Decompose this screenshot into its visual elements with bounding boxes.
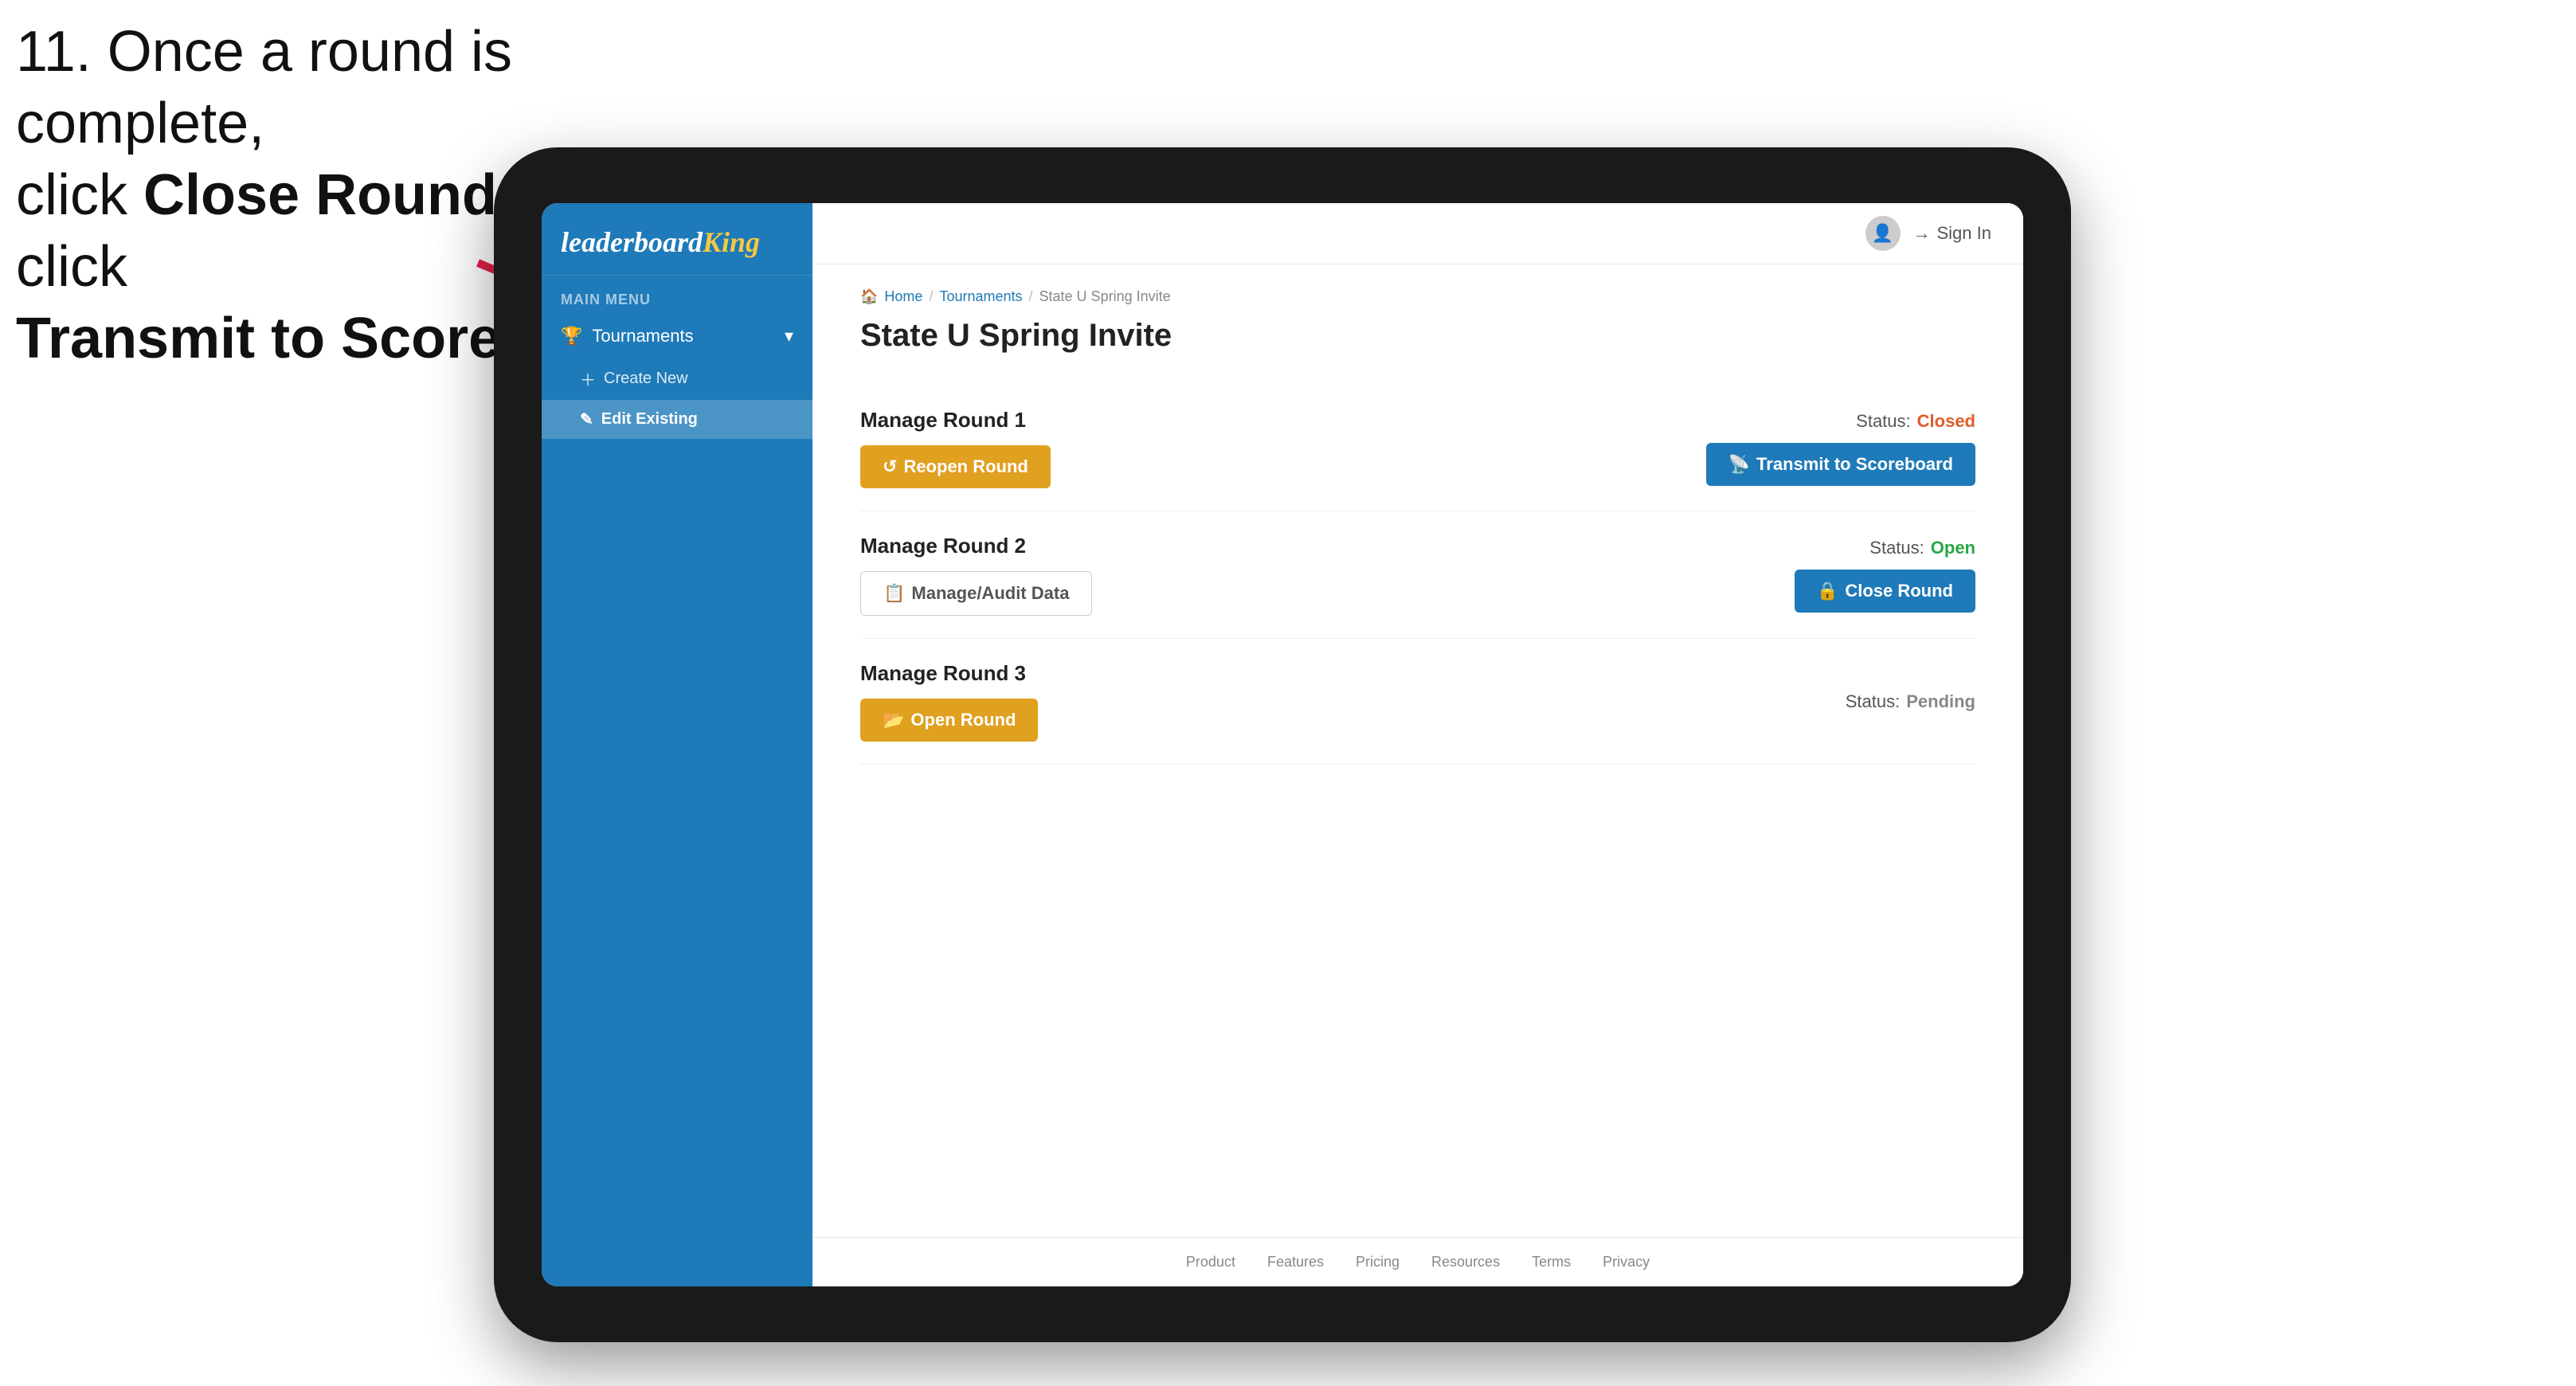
round-card-2: Manage Round 2 📋 Manage/Audit Data Statu…: [860, 511, 1975, 639]
edit-existing-label: Edit Existing: [601, 410, 698, 429]
manage-audit-button[interactable]: 📋 Manage/Audit Data: [860, 571, 1092, 616]
doc-icon: 📋: [883, 583, 905, 604]
transmit-label: Transmit to Scoreboard: [1756, 454, 1953, 475]
manage-audit-label: Manage/Audit Data: [911, 583, 1069, 604]
send-icon: 📡: [1728, 454, 1750, 475]
round-2-status-value: Open: [1931, 538, 1975, 558]
round-2-status: Status: Open: [1869, 538, 1975, 558]
open-round-label: Open Round: [910, 710, 1016, 730]
reopen-round-button[interactable]: ↺ Reopen Round: [860, 445, 1051, 488]
round-2-title: Manage Round 2: [860, 534, 1092, 558]
page-title: State U Spring Invite: [860, 318, 1975, 354]
trophy-icon: 🏆: [561, 326, 582, 346]
main-content: 👤 → Sign In 🏠 Home / Tournaments /: [812, 203, 2023, 1286]
sign-in-button[interactable]: → Sign In: [1913, 223, 1992, 244]
breadcrumb: 🏠 Home / Tournaments / State U Spring In…: [860, 288, 1975, 305]
round-3-status-value: Pending: [1906, 691, 1975, 712]
sidebar-tournaments-label: Tournaments: [592, 326, 693, 346]
footer-product[interactable]: Product: [1186, 1254, 1235, 1270]
sidebar-sub-item-edit[interactable]: ✎ Edit Existing: [542, 400, 812, 439]
round-1-left: Manage Round 1 ↺ Reopen Round: [860, 408, 1051, 488]
round-card-3: Manage Round 3 📂 Open Round Status: Pend…: [860, 639, 1975, 765]
refresh-icon: ↺: [883, 456, 897, 477]
avatar: 👤: [1865, 216, 1901, 251]
app-layout: leaderboardKing MAIN MENU 🏆 Tournaments …: [542, 203, 2023, 1286]
main-menu-label: MAIN MENU: [542, 276, 812, 315]
logo: leaderboardKing: [561, 225, 793, 259]
sign-in-label: Sign In: [1937, 223, 1992, 244]
round-1-status-value: Closed: [1917, 411, 1975, 432]
round-card-1: Manage Round 1 ↺ Reopen Round Status: Cl…: [860, 386, 1975, 511]
chevron-down-icon: ▾: [785, 326, 793, 346]
reopen-round-label: Reopen Round: [903, 456, 1028, 477]
open-icon: 📂: [883, 710, 904, 730]
close-round-button[interactable]: 🔒 Close Round: [1795, 570, 1975, 613]
round-2-right: Status: Open 🔒 Close Round: [1795, 538, 1975, 613]
round-3-left: Manage Round 3 📂 Open Round: [860, 661, 1038, 742]
tablet-screen: leaderboardKing MAIN MENU 🏆 Tournaments …: [542, 203, 2023, 1286]
footer-resources[interactable]: Resources: [1431, 1254, 1500, 1270]
close-round-label: Close Round: [1845, 581, 1953, 601]
sidebar-item-tournaments[interactable]: 🏆 Tournaments ▾: [542, 315, 812, 358]
topbar: 👤 → Sign In: [812, 203, 2023, 264]
logo-accent: King: [703, 226, 760, 258]
sidebar: leaderboardKing MAIN MENU 🏆 Tournaments …: [542, 203, 812, 1286]
plus-icon: ＋: [580, 367, 596, 390]
transmit-scoreboard-button[interactable]: 📡 Transmit to Scoreboard: [1706, 443, 1975, 486]
round-2-left: Manage Round 2 📋 Manage/Audit Data: [860, 534, 1092, 616]
footer-terms[interactable]: Terms: [1532, 1254, 1571, 1270]
breadcrumb-home[interactable]: Home: [884, 288, 922, 305]
footer: Product Features Pricing Resources Terms…: [812, 1237, 2023, 1286]
sidebar-sub-item-create[interactable]: ＋ Create New: [542, 358, 812, 400]
breadcrumb-tournaments[interactable]: Tournaments: [939, 288, 1022, 305]
logo-area: leaderboardKing: [542, 203, 812, 276]
open-round-button[interactable]: 📂 Open Round: [860, 699, 1038, 742]
content-area: 🏠 Home / Tournaments / State U Spring In…: [812, 264, 2023, 1237]
footer-features[interactable]: Features: [1267, 1254, 1324, 1270]
round-1-title: Manage Round 1: [860, 408, 1051, 433]
round-3-right: Status: Pending: [1846, 691, 1975, 712]
round-3-title: Manage Round 3: [860, 661, 1038, 686]
round-1-status: Status: Closed: [1856, 411, 1975, 432]
edit-icon: ✎: [580, 409, 593, 429]
create-new-label: Create New: [604, 370, 688, 388]
home-icon: 🏠: [860, 288, 878, 305]
footer-privacy[interactable]: Privacy: [1603, 1254, 1650, 1270]
breadcrumb-current: State U Spring Invite: [1039, 288, 1171, 305]
tablet-frame: leaderboardKing MAIN MENU 🏆 Tournaments …: [494, 147, 2071, 1342]
round-3-status: Status: Pending: [1846, 691, 1975, 712]
lock-icon: 🔒: [1817, 581, 1838, 601]
round-1-right: Status: Closed 📡 Transmit to Scoreboard: [1706, 411, 1975, 486]
signin-arrow-icon: →: [1913, 223, 1931, 244]
footer-pricing[interactable]: Pricing: [1356, 1254, 1400, 1270]
